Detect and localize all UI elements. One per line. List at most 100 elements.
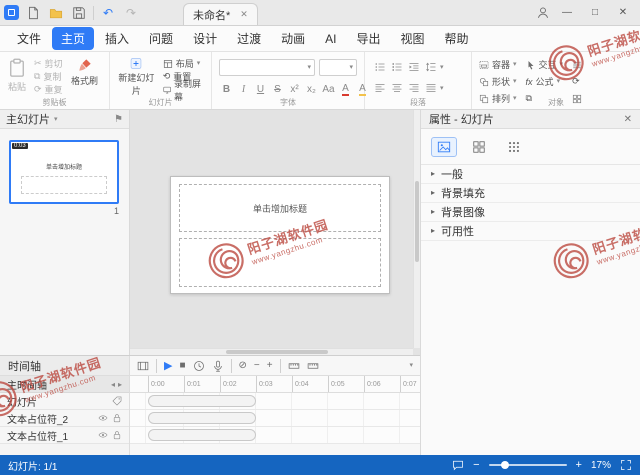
align-right-button[interactable] — [406, 80, 421, 96]
font-family-select[interactable]: ▾ — [219, 59, 315, 76]
font-size-select[interactable]: ▾ — [319, 59, 357, 76]
close-button[interactable]: ✕ — [610, 2, 636, 24]
zoom-out-button[interactable]: − — [473, 459, 479, 471]
tag-icon[interactable] — [112, 396, 122, 406]
menu-transition[interactable]: 过渡 — [228, 27, 270, 50]
lock-icon[interactable] — [112, 413, 122, 423]
change-case-button[interactable]: Aa — [321, 81, 336, 97]
numbered-list-button[interactable] — [389, 59, 404, 75]
bold-button[interactable]: B — [219, 81, 234, 97]
record-screen-button[interactable]: 录制屏幕 — [163, 79, 204, 102]
properties-tab-layout[interactable] — [466, 137, 492, 157]
strikethrough-button[interactable]: S — [270, 81, 285, 97]
properties-close-icon[interactable]: ✕ — [624, 114, 632, 125]
undo-icon[interactable]: ↶ — [99, 4, 117, 22]
timeline-layer-placeholder-1[interactable]: 文本占位符_1 — [0, 427, 129, 444]
underline-button[interactable]: U — [253, 81, 268, 97]
italic-button[interactable]: I — [236, 81, 251, 97]
tab-close-icon[interactable]: ✕ — [240, 9, 248, 20]
microphone-icon[interactable] — [212, 360, 224, 372]
rotate-object-button[interactable]: ⟳ — [572, 75, 582, 88]
layout-button[interactable]: 布局 ▾ — [163, 57, 204, 70]
superscript-button[interactable]: x² — [287, 81, 302, 97]
font-color-button[interactable]: A — [338, 81, 353, 97]
menu-file[interactable]: 文件 — [8, 27, 50, 50]
line-spacing-button[interactable] — [423, 59, 438, 75]
zoom-in-timeline-button[interactable]: + — [267, 360, 273, 371]
visibility-eye-icon[interactable] — [98, 430, 108, 440]
menu-animation[interactable]: 动画 — [272, 27, 314, 50]
disable-icon[interactable]: ⊘ — [239, 360, 247, 371]
ruler-icon[interactable] — [288, 360, 300, 372]
timeline-layer-placeholder-2[interactable]: 文本占位符_2 — [0, 410, 129, 427]
menu-export[interactable]: 导出 — [347, 27, 389, 50]
timeline-main-tab[interactable]: 主时间轴 ◂ ▸ — [0, 376, 129, 393]
align-left-button[interactable] — [372, 80, 387, 96]
timeline-layer-slide[interactable]: 幻灯片 — [0, 393, 129, 410]
properties-tab-more[interactable] — [501, 137, 527, 157]
repeat-button[interactable]: ⟳ 重复 — [34, 83, 63, 96]
cut-button[interactable]: ✂ 剪切 — [34, 57, 63, 70]
slides-panel-header[interactable]: 主幻灯片 ▾ ⚑ — [0, 110, 129, 129]
title-placeholder[interactable]: 单击增加标题 — [179, 184, 381, 232]
menu-view[interactable]: 视图 — [391, 27, 433, 50]
stop-button[interactable]: ■ — [179, 360, 185, 371]
shape-button[interactable]: 形状 ▾ — [479, 75, 517, 88]
editing-canvas[interactable]: 单击增加标题 — [130, 110, 420, 355]
bookmark-icon[interactable]: ⚑ — [114, 114, 123, 125]
minimize-button[interactable]: — — [554, 2, 580, 24]
section-background-image[interactable]: ▸ 背景图像 — [421, 203, 640, 222]
clock-icon[interactable] — [193, 360, 205, 372]
timeline-next-icon[interactable]: ▸ — [118, 380, 122, 389]
film-icon[interactable] — [137, 360, 149, 372]
formula-button[interactable]: fx 公式 ▾ — [526, 75, 564, 88]
slide-canvas[interactable]: 单击增加标题 — [170, 176, 390, 294]
account-icon[interactable] — [534, 4, 552, 22]
canvas-horizontal-scrollbar[interactable] — [130, 348, 413, 355]
fit-screen-icon[interactable] — [620, 459, 632, 471]
menu-question[interactable]: 问题 — [140, 27, 182, 50]
zoom-in-button[interactable]: + — [576, 459, 582, 471]
container-button[interactable]: 容器 ▾ — [479, 58, 517, 71]
properties-tab-slide[interactable] — [431, 137, 457, 157]
menu-insert[interactable]: 插入 — [96, 27, 138, 50]
timeline-options-icon[interactable]: ▾ — [409, 362, 413, 369]
timeline-track-slide[interactable] — [130, 393, 420, 410]
timeline-track-placeholder-2[interactable] — [130, 410, 420, 427]
duration-bar[interactable] — [148, 395, 256, 407]
bullet-list-button[interactable] — [372, 59, 387, 75]
zoom-out-timeline-button[interactable]: − — [254, 360, 260, 371]
menu-home[interactable]: 主页 — [52, 27, 95, 50]
ruler-fit-icon[interactable] — [307, 360, 319, 372]
duration-bar[interactable] — [148, 412, 256, 424]
visibility-eye-icon[interactable] — [98, 413, 108, 423]
play-button[interactable]: ▶ — [164, 359, 172, 372]
timeline-prev-icon[interactable]: ◂ — [111, 380, 115, 389]
menu-help[interactable]: 帮助 — [435, 27, 477, 50]
paste-button[interactable]: 粘贴 — [7, 56, 27, 97]
menu-design[interactable]: 设计 — [184, 27, 226, 50]
indent-button[interactable] — [406, 59, 421, 75]
duration-bar[interactable] — [148, 429, 256, 441]
new-file-icon[interactable] — [24, 4, 42, 22]
format-painter-button[interactable]: 格式刷 — [70, 56, 100, 97]
feedback-chat-icon[interactable] — [452, 459, 464, 471]
section-accessibility[interactable]: ▸ 可用性 — [421, 222, 640, 241]
document-tab[interactable]: 未命名* ✕ — [183, 3, 258, 25]
copy-button[interactable]: ⧉ 复制 — [34, 70, 63, 83]
scrollbar-thumb[interactable] — [415, 181, 419, 263]
interaction-button[interactable]: 交互 ▾ — [526, 58, 563, 71]
zoom-slider-handle[interactable] — [500, 461, 509, 469]
open-folder-icon[interactable] — [47, 4, 65, 22]
align-center-button[interactable] — [389, 80, 404, 96]
section-background-fill[interactable]: ▸ 背景填充 — [421, 184, 640, 203]
scrollbar-thumb[interactable] — [226, 350, 329, 354]
new-slide-button[interactable]: 新建幻灯片 — [117, 56, 156, 97]
canvas-vertical-scrollbar[interactable] — [413, 110, 420, 348]
align-objects-button[interactable] — [572, 58, 582, 71]
slide-thumbnail[interactable]: 0:03 单击增加标题 — [9, 140, 119, 204]
redo-icon[interactable]: ↷ — [122, 4, 140, 22]
timeline-track-placeholder-1[interactable] — [130, 427, 420, 444]
maximize-button[interactable]: □ — [582, 2, 608, 24]
menu-ai[interactable]: AI — [316, 29, 345, 49]
